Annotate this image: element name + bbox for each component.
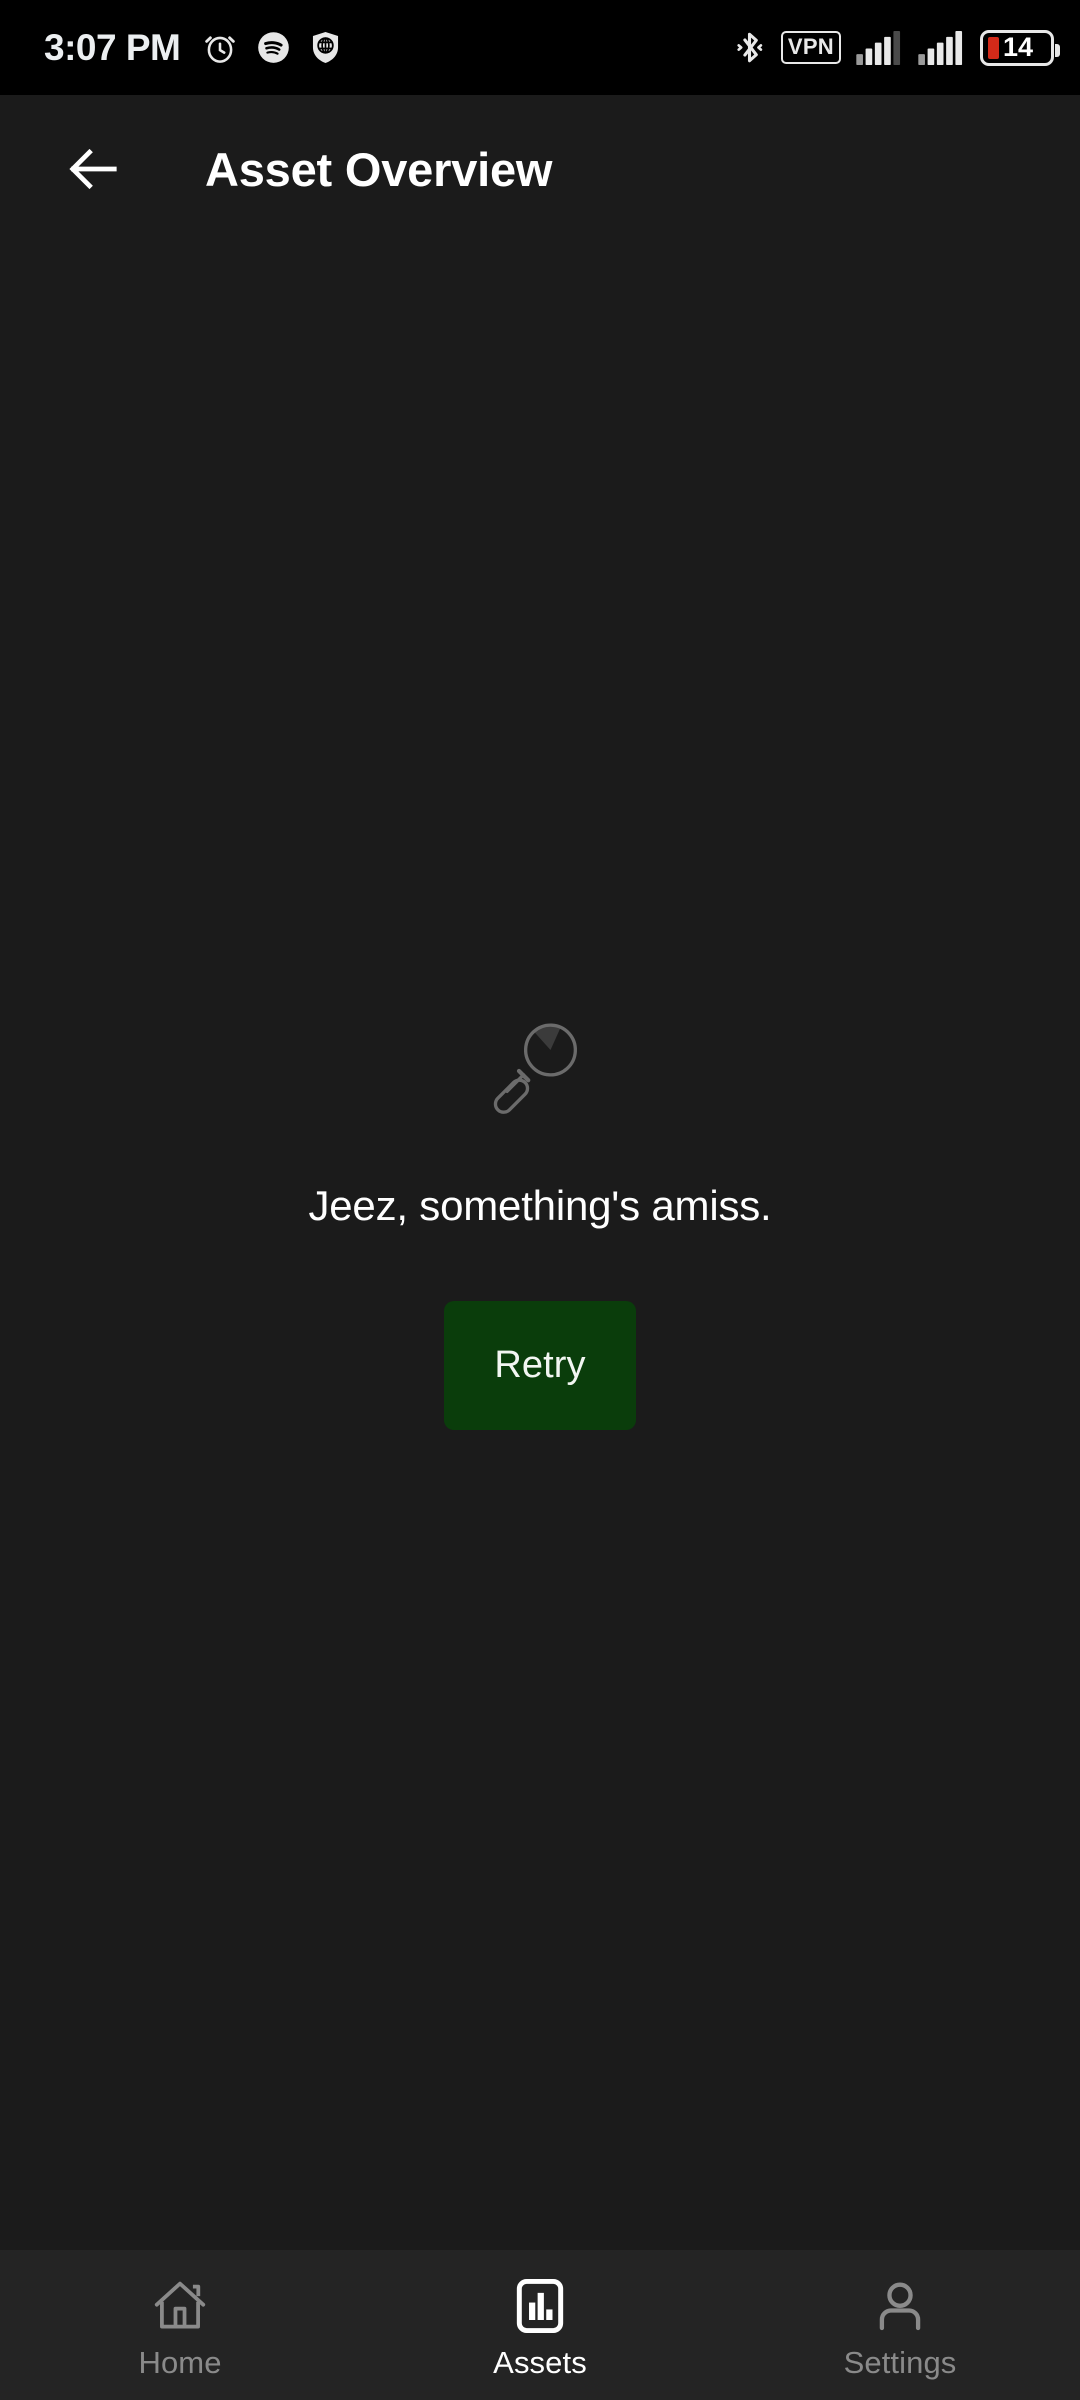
phone-screen: 3:07 PM VPN 14 Asset Overview Jeez, some… bbox=[0, 0, 1080, 2400]
signal-bars-sim2-icon bbox=[918, 30, 963, 65]
status-bar-clock: 3:07 PM bbox=[44, 27, 181, 68]
status-bar-left: 3:07 PM bbox=[44, 29, 342, 66]
app-bar: Asset Overview bbox=[0, 95, 1080, 243]
retry-button[interactable]: Retry bbox=[443, 1300, 636, 1430]
bar-chart-icon bbox=[516, 2278, 564, 2334]
battery-fill bbox=[988, 36, 999, 59]
status-bar: 3:07 PM VPN 14 bbox=[0, 0, 1080, 95]
signal-bars-sim1-icon bbox=[856, 30, 901, 65]
alarm-clock-icon bbox=[205, 35, 236, 63]
home-icon bbox=[154, 2281, 206, 2329]
nav-label-settings: Settings bbox=[843, 2345, 957, 2380]
nav-label-assets: Assets bbox=[493, 2345, 587, 2380]
page-title: Asset Overview bbox=[205, 142, 553, 196]
main-content: Jeez, something's amiss. Retry bbox=[0, 243, 1080, 2250]
bluetooth-icon bbox=[737, 32, 763, 63]
empty-state: Jeez, something's amiss. Retry bbox=[308, 1008, 772, 1430]
nav-item-settings[interactable]: Settings bbox=[720, 2250, 1080, 2400]
battery-level-label: 14 bbox=[1003, 32, 1034, 62]
battery-icon: 14 bbox=[980, 29, 1060, 66]
nav-item-home[interactable]: Home bbox=[0, 2250, 360, 2400]
person-icon bbox=[879, 2282, 921, 2331]
nav-item-assets[interactable]: Assets bbox=[360, 2250, 720, 2400]
magnifying-glass-icon bbox=[493, 1022, 577, 1114]
vpn-badge: VPN bbox=[780, 31, 841, 64]
empty-state-message: Jeez, something's amiss. bbox=[308, 1181, 772, 1229]
status-bar-right: VPN 14 bbox=[733, 29, 1060, 66]
arrow-left-icon bbox=[69, 148, 117, 190]
shield-globe-icon bbox=[313, 32, 339, 63]
nav-label-home: Home bbox=[138, 2345, 222, 2380]
spotify-icon bbox=[258, 32, 290, 63]
back-button[interactable] bbox=[50, 126, 136, 212]
bottom-navigation-bar: Home Assets Settings bbox=[0, 2250, 1080, 2400]
